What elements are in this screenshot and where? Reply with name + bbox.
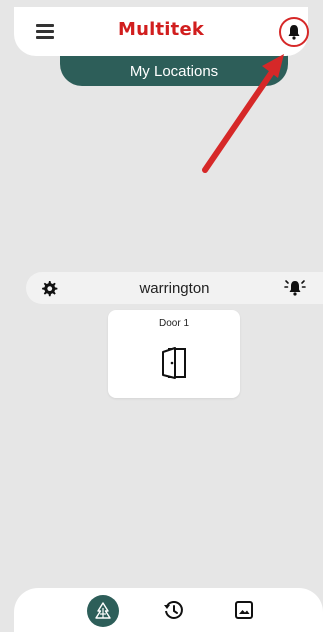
location-header: warrington bbox=[26, 272, 323, 304]
alarm-bell-icon[interactable] bbox=[284, 277, 306, 299]
location-name: warrington bbox=[139, 280, 210, 297]
brand-logo: Multitek bbox=[117, 19, 205, 40]
nav-home-button[interactable] bbox=[87, 595, 119, 627]
my-locations-label: My Locations bbox=[129, 63, 219, 80]
device-card-door[interactable]: Door 1 bbox=[108, 310, 240, 398]
home-tree-icon bbox=[95, 602, 111, 619]
device-label: Door 1 bbox=[158, 318, 189, 329]
bottom-nav bbox=[14, 588, 323, 632]
app-header: Multitek bbox=[14, 7, 309, 56]
history-icon[interactable] bbox=[162, 599, 184, 621]
gallery-icon[interactable] bbox=[234, 600, 254, 620]
notification-button[interactable] bbox=[279, 17, 309, 47]
bell-icon bbox=[288, 25, 300, 40]
door-icon bbox=[162, 347, 186, 379]
